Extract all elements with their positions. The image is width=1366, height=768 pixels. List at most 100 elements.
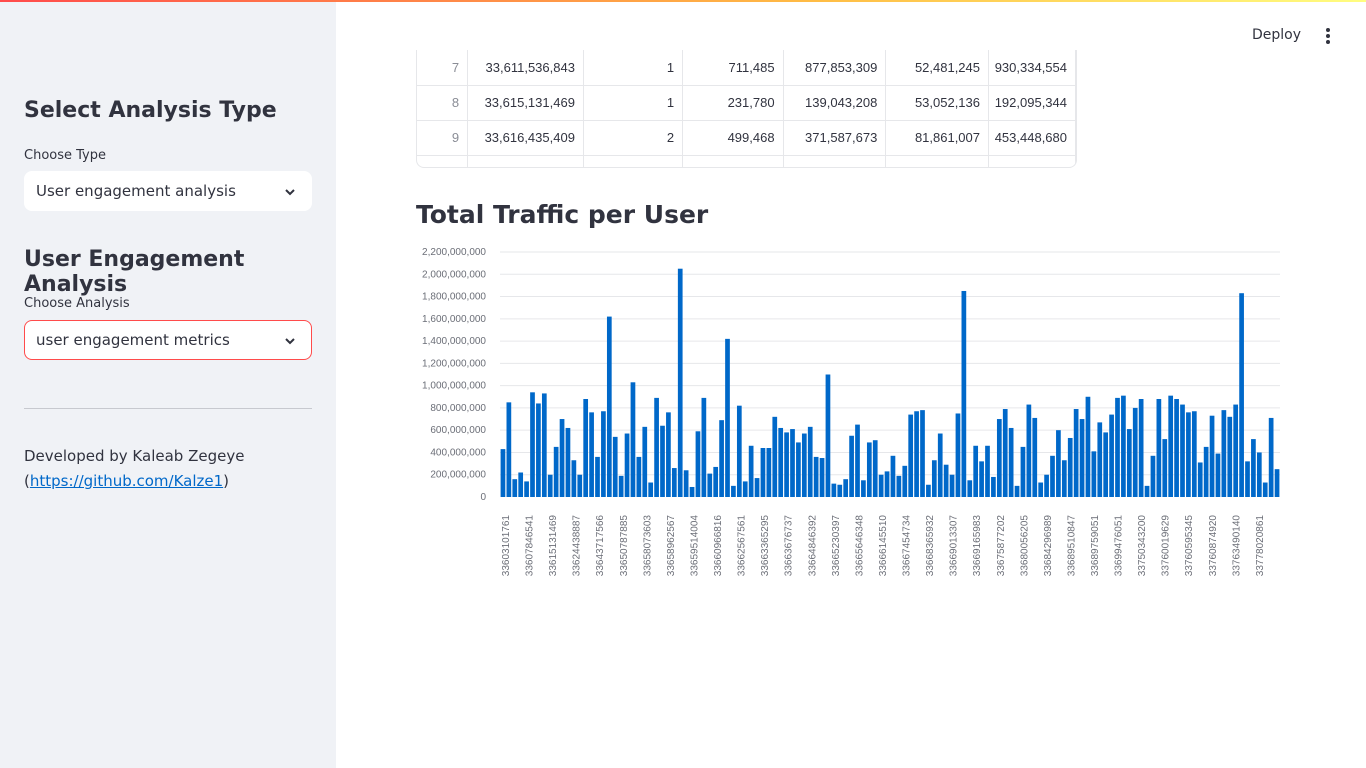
traffic-bar[interactable] xyxy=(931,460,937,497)
table-row[interactable]: 8 33,615,131,469 1 231,780 139,043,208 53,052… xyxy=(417,85,1076,121)
traffic-bar[interactable] xyxy=(1008,427,1014,497)
traffic-bar[interactable] xyxy=(766,448,772,497)
table-row[interactable]: 9 33,616,435,409 2 499,468 371,587,673 81,861… xyxy=(417,120,1076,156)
traffic-bar[interactable] xyxy=(1103,432,1109,497)
traffic-bar[interactable] xyxy=(973,445,979,497)
traffic-bar[interactable] xyxy=(677,268,683,497)
traffic-bar[interactable] xyxy=(683,470,689,497)
traffic-bar[interactable] xyxy=(961,290,967,497)
traffic-bar[interactable] xyxy=(914,411,919,497)
traffic-bar[interactable] xyxy=(1032,417,1038,497)
traffic-bar[interactable] xyxy=(1097,422,1103,497)
traffic-bar[interactable] xyxy=(967,480,973,497)
choose-analysis-select[interactable]: user engagement metrics xyxy=(24,320,312,360)
traffic-bar[interactable] xyxy=(536,403,541,497)
traffic-bar[interactable] xyxy=(612,436,618,497)
traffic-bar[interactable] xyxy=(618,475,624,497)
traffic-bar[interactable] xyxy=(701,397,707,497)
traffic-bar[interactable] xyxy=(1233,404,1239,497)
traffic-bar[interactable] xyxy=(872,440,878,497)
traffic-bar[interactable] xyxy=(884,471,890,497)
traffic-bar[interactable] xyxy=(1091,451,1097,497)
traffic-bar[interactable] xyxy=(825,374,831,498)
traffic-bar[interactable] xyxy=(512,479,518,497)
traffic-bar[interactable] xyxy=(813,456,819,497)
traffic-bar[interactable] xyxy=(1239,293,1244,497)
traffic-bar[interactable] xyxy=(985,445,990,497)
traffic-bar[interactable] xyxy=(1221,410,1227,497)
traffic-bar[interactable] xyxy=(831,483,837,497)
traffic-bar[interactable] xyxy=(955,413,961,497)
traffic-bar[interactable] xyxy=(713,466,719,497)
traffic-bar[interactable] xyxy=(1026,404,1032,497)
traffic-bar[interactable] xyxy=(689,486,695,497)
traffic-bar[interactable] xyxy=(937,433,943,497)
traffic-bar[interactable] xyxy=(671,468,677,497)
traffic-bar[interactable] xyxy=(1197,462,1203,497)
traffic-bar[interactable] xyxy=(1174,399,1179,497)
traffic-bar[interactable] xyxy=(890,455,896,497)
traffic-bar[interactable] xyxy=(1061,460,1067,497)
traffic-bar[interactable] xyxy=(1109,414,1114,497)
traffic-bar[interactable] xyxy=(1251,439,1256,497)
traffic-bar[interactable] xyxy=(654,397,659,497)
traffic-bar[interactable] xyxy=(553,446,559,497)
traffic-bar[interactable] xyxy=(991,476,996,497)
deploy-button[interactable]: Deploy xyxy=(1252,27,1301,43)
traffic-bar[interactable] xyxy=(547,474,553,497)
traffic-bar[interactable] xyxy=(1150,455,1156,497)
traffic-bar[interactable] xyxy=(636,456,642,497)
traffic-bar[interactable] xyxy=(796,442,801,497)
traffic-bar[interactable] xyxy=(719,420,724,497)
traffic-bar[interactable] xyxy=(1044,474,1049,497)
traffic-bar[interactable] xyxy=(1256,452,1262,497)
traffic-bar[interactable] xyxy=(760,448,766,497)
traffic-bar[interactable] xyxy=(524,481,529,497)
traffic-bar[interactable] xyxy=(1014,485,1020,497)
traffic-bar[interactable] xyxy=(1245,461,1250,497)
traffic-bar[interactable] xyxy=(1268,417,1274,497)
traffic-bar[interactable] xyxy=(1056,430,1061,497)
traffic-bar[interactable] xyxy=(1262,482,1268,497)
traffic-bar[interactable] xyxy=(920,410,925,497)
traffic-bar[interactable] xyxy=(1215,453,1221,497)
traffic-bar[interactable] xyxy=(1038,482,1044,497)
traffic-bar[interactable] xyxy=(731,485,736,497)
traffic-bar[interactable] xyxy=(571,460,577,497)
traffic-bar[interactable] xyxy=(1115,397,1120,497)
traffic-bar[interactable] xyxy=(754,478,760,497)
traffic-bar[interactable] xyxy=(630,382,636,497)
traffic-bar[interactable] xyxy=(1274,469,1280,497)
traffic-bar[interactable] xyxy=(896,475,902,497)
traffic-bar[interactable] xyxy=(1191,411,1197,497)
traffic-bar[interactable] xyxy=(855,424,860,497)
traffic-bar[interactable] xyxy=(837,484,843,497)
traffic-bar[interactable] xyxy=(784,432,789,497)
traffic-bar[interactable] xyxy=(589,412,594,497)
traffic-bar[interactable] xyxy=(849,435,854,497)
traffic-bar[interactable] xyxy=(819,458,825,497)
traffic-bar[interactable] xyxy=(707,473,713,497)
traffic-bar[interactable] xyxy=(541,393,547,497)
traffic-bar-chart[interactable]: 0 200,000,000 400,000,000 600,000,000 800,00… xyxy=(400,244,1290,589)
traffic-bar[interactable] xyxy=(595,456,600,497)
github-link[interactable]: https://github.com/Kalze1 xyxy=(30,472,223,490)
traffic-bar[interactable] xyxy=(1073,409,1079,497)
traffic-bar[interactable] xyxy=(518,472,524,498)
traffic-bar[interactable] xyxy=(565,427,571,497)
traffic-bar[interactable] xyxy=(1168,395,1174,497)
traffic-bar[interactable] xyxy=(1227,416,1233,497)
traffic-bar[interactable] xyxy=(772,416,778,497)
traffic-bar[interactable] xyxy=(902,465,908,497)
traffic-bar[interactable] xyxy=(801,433,807,497)
traffic-bar[interactable] xyxy=(742,481,748,497)
traffic-bar[interactable] xyxy=(660,425,665,497)
traffic-bar[interactable] xyxy=(1144,485,1150,497)
traffic-bar[interactable] xyxy=(866,442,872,497)
traffic-bar[interactable] xyxy=(1020,446,1026,497)
traffic-bar[interactable] xyxy=(949,474,955,497)
kebab-menu-icon[interactable] xyxy=(1320,27,1336,45)
traffic-bar[interactable] xyxy=(666,412,671,497)
traffic-bar[interactable] xyxy=(996,419,1002,497)
traffic-bar[interactable] xyxy=(943,464,949,497)
